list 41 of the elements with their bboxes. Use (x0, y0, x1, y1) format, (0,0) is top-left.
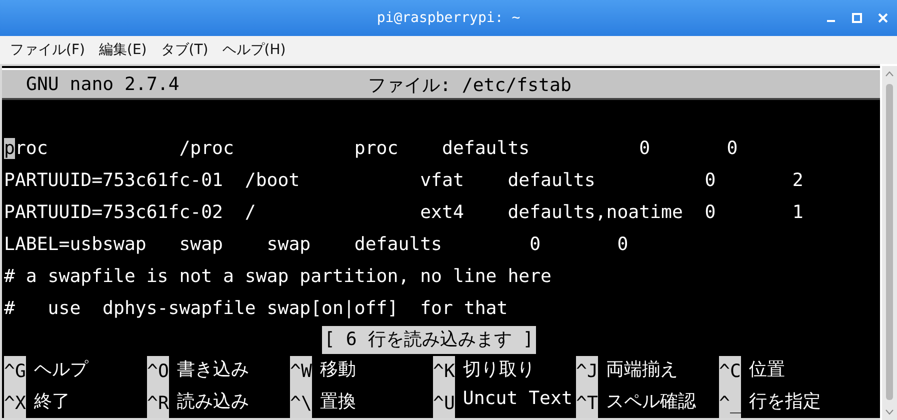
shortcut-label: 両端揃え (606, 358, 678, 382)
shortcut-label: ヘルプ (34, 358, 88, 382)
file-line: # a swapfile is not a swap partition, no line here (4, 266, 552, 286)
menu-item[interactable]: タブ(T) (160, 41, 208, 59)
shortcut-key: ^X (4, 388, 26, 418)
shortcut-key: ^K (433, 356, 455, 388)
shortcut-label: Uncut Text (462, 388, 572, 411)
shortcut-key: ^J (576, 356, 598, 388)
file-line: proc /proc proc defaults 0 0 (4, 138, 738, 158)
shortcut-key: ^_ (719, 388, 741, 418)
shortcut-key: ^C (719, 356, 741, 388)
window-title: pi@raspberrypi: ~ (376, 10, 520, 26)
shortcut-label: 切り取り (462, 358, 535, 382)
status-message: [ 6 行を読み込みます ] (322, 326, 536, 354)
shortcut-label: 位置 (748, 358, 785, 382)
shortcut-key: ^\ (290, 388, 312, 418)
file-line: PARTUUID=753c61fc-02 / ext4 defaults,noatime 0 1 (4, 202, 804, 222)
shortcut-label: 行を指定 (748, 390, 821, 414)
shortcut-label: スペル確認 (606, 390, 696, 414)
file-line: LABEL=usbswap swap swap defaults 0 0 (4, 234, 628, 254)
editor-version: GNU nano 2.7.4 (26, 74, 180, 94)
maximize-icon[interactable] (851, 12, 863, 24)
scrollbar[interactable] (882, 66, 897, 420)
file-name: ファイル: /etc/fstab (368, 74, 572, 96)
shortcut-key: ^R (147, 388, 169, 418)
menu-item[interactable]: ファイル(F) (10, 41, 85, 59)
shortcut-key: ^W (290, 356, 312, 388)
shortcut-key: ^U (433, 388, 455, 418)
shortcut-key: ^O (147, 356, 169, 388)
shortcut-label: 書き込み (176, 358, 249, 382)
menu-item[interactable]: ヘルプ(H) (222, 41, 286, 59)
shortcut-label: 置換 (320, 390, 356, 414)
shortcut-label: 終了 (34, 390, 70, 414)
menu-item[interactable]: 編集(E) (98, 41, 147, 59)
shortcut-key: ^G (4, 356, 26, 388)
file-line: PARTUUID=753c61fc-01 /boot vfat defaults 0 2 (4, 170, 804, 190)
shortcut-key: ^T (576, 388, 598, 418)
shortcut-label: 移動 (320, 358, 356, 382)
close-icon[interactable] (877, 12, 889, 24)
shortcut-label: 読み込み (176, 390, 249, 414)
file-line: # use dphys-swapfile swap[on|off] for that (4, 298, 508, 318)
